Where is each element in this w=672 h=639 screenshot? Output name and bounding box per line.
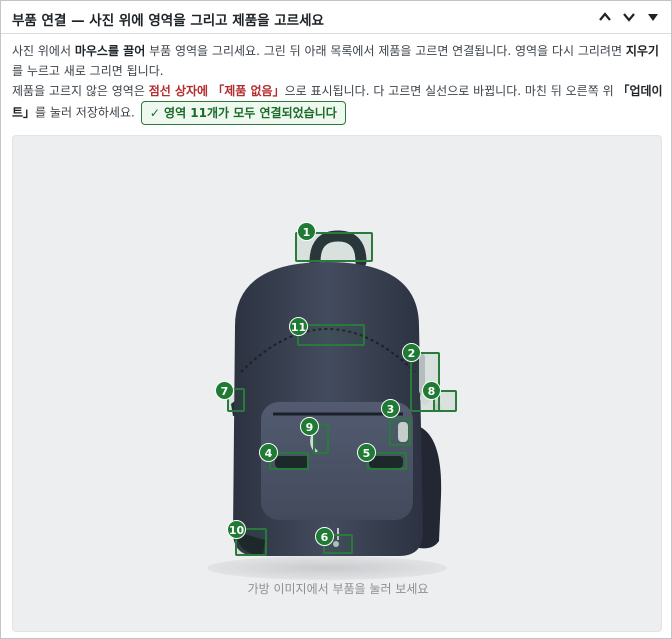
instructions: 사진 위에서 마우스를 끌어 부품 영역을 그리세요. 그린 뒤 아래 목록에서… bbox=[12, 41, 664, 125]
backpack-image bbox=[207, 230, 447, 580]
photo-canvas[interactable]: 1 2 3 4 5 6 7 8 9 10 11 가방 이미지에서 부품을 눌러 … bbox=[12, 135, 662, 632]
intro-text-3: 를 누르고 새로 그리면 됩니다. bbox=[12, 64, 164, 78]
panel-controls bbox=[595, 7, 663, 27]
region-badge[interactable]: 10 bbox=[227, 520, 246, 539]
panel-title: 부품 연결 — 사진 위에 영역을 그리고 제품을 고르세요 bbox=[12, 13, 324, 29]
part-mapping-panel: 부품 연결 — 사진 위에 영역을 그리고 제품을 고르세요 사진 위에서 마우… bbox=[0, 0, 672, 639]
region-badge[interactable]: 5 bbox=[357, 443, 376, 462]
toggle-panel-button[interactable] bbox=[643, 7, 663, 27]
region-badge[interactable]: 11 bbox=[289, 317, 308, 336]
move-down-button[interactable] bbox=[619, 7, 639, 27]
region-badge[interactable]: 3 bbox=[381, 399, 400, 418]
region-badge[interactable]: 9 bbox=[300, 417, 319, 436]
region-badge[interactable]: 8 bbox=[422, 381, 441, 400]
intro-text-6: 를 눌러 저장하세요. bbox=[35, 105, 135, 120]
region-badge[interactable]: 2 bbox=[402, 343, 421, 362]
region-badge[interactable]: 1 bbox=[297, 222, 316, 241]
region-badge[interactable]: 4 bbox=[259, 443, 278, 462]
panel-header: 부품 연결 — 사진 위에 영역을 그리고 제품을 고르세요 bbox=[1, 1, 671, 34]
status-badge: ✓ 영역 11개가 모두 연결되었습니다 bbox=[140, 101, 346, 125]
move-up-button[interactable] bbox=[595, 7, 615, 27]
part-region-3[interactable] bbox=[389, 418, 411, 446]
intro-text-1: 사진 위에서 bbox=[12, 44, 75, 58]
region-badge[interactable]: 6 bbox=[315, 527, 334, 546]
region-badge[interactable]: 7 bbox=[215, 381, 234, 400]
floor-shadow bbox=[207, 556, 447, 580]
intro-text-5: 으로 표시됩니다. 다 고르면 실선으로 바뀝니다. 마친 뒤 오른쪽 위 bbox=[284, 84, 618, 98]
intro-bold-erase: 지우기 bbox=[625, 44, 659, 58]
intro-text-4: 제품을 고르지 않은 영역은 bbox=[12, 84, 149, 98]
intro-bold-drag: 마우스를 끌어 bbox=[74, 44, 146, 58]
intro-red-no-product: 점선 상자에 「제품 없음」 bbox=[148, 84, 285, 98]
caret-down-icon bbox=[648, 14, 658, 21]
intro-text-2: 부품 영역을 그리세요. 그린 뒤 아래 목록에서 제품을 고르면 연결됩니다.… bbox=[145, 44, 626, 58]
chevron-up-icon bbox=[599, 12, 611, 21]
canvas-hint: 가방 이미지에서 부품을 눌러 보세요 bbox=[247, 582, 429, 596]
chevron-down-icon bbox=[623, 13, 635, 22]
